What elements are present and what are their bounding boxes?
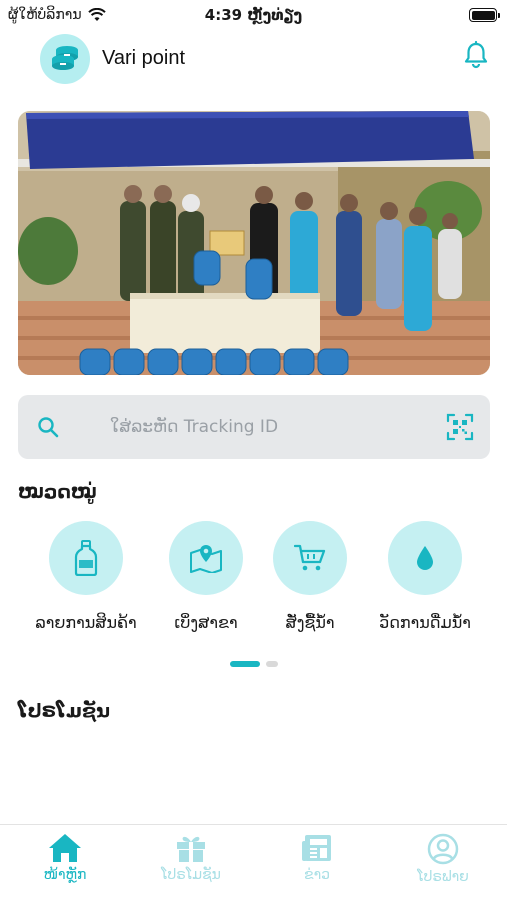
nav-promotions[interactable]: ໂປຣໂມຊັນ [128,833,254,883]
cart-icon [273,521,347,595]
category-branches[interactable]: ເບິ່ງສາຂາ [146,521,266,632]
battery-icon [469,8,500,22]
tracking-id-input[interactable] [110,411,440,443]
nav-label: ໂປຣໂມຊັນ [161,867,221,883]
app-title: Vari point [102,47,186,69]
nav-label: ໂປຣຟາຍ [417,869,469,885]
app-header: Vari point [0,34,507,90]
bell-icon[interactable] [461,40,491,70]
qr-scan-icon[interactable] [446,413,474,441]
carousel-pagination [0,661,507,667]
profile-icon [427,833,459,865]
category-label: ເບິ່ງສາຂາ [174,613,238,632]
pagination-dot[interactable] [265,661,278,667]
banner-photo [18,111,490,375]
category-label: ວັດການດື່ມນໍ້າ [379,613,471,632]
category-order-water[interactable]: ສັ່ງຊື້ນໍ້າ [250,521,370,632]
status-time: 4:39 ຫຼັງທ່ຽງ [204,6,303,24]
promo-banner[interactable] [18,111,490,375]
water-bottles-icon [40,34,90,84]
nav-home[interactable]: ໜ້າຫຼັກ [2,833,128,883]
nav-news[interactable]: ຂ່າວ [254,833,380,883]
news-icon [302,835,331,861]
bottom-nav: ໜ້າຫຼັກ ໂປຣໂມຊັນ ຂ່າວ ໂປຣຟາຍ [0,824,507,900]
category-products[interactable]: ລາຍການສິນຄ້າ [26,521,146,632]
pagination-dot-active[interactable] [229,661,260,667]
bottle-icon [49,521,123,595]
status-bar: ຜູ້ໃຫ້ບໍລິການ 4:39 ຫຼັງທ່ຽງ [0,0,507,34]
tracking-search-bar[interactable] [18,395,490,459]
category-water-tracker[interactable]: ວັດການດື່ມນໍ້າ [365,521,485,632]
search-icon [38,417,59,438]
category-label: ລາຍການສິນຄ້າ [35,613,137,632]
category-label: ສັ່ງຊື້ນໍ້າ [285,613,335,632]
nav-label: ໜ້າຫຼັກ [43,867,87,883]
categories-title: ໝວດໝູ່ [18,481,97,503]
nav-profile[interactable]: ໂປຣຟາຍ [380,833,506,885]
water-drop-icon [388,521,462,595]
gift-icon [177,836,205,862]
nav-label: ຂ່າວ [304,867,330,883]
map-pin-icon [169,521,243,595]
home-icon [49,834,81,862]
promotions-title: ໂປຣໂມຊັນ [18,700,110,722]
